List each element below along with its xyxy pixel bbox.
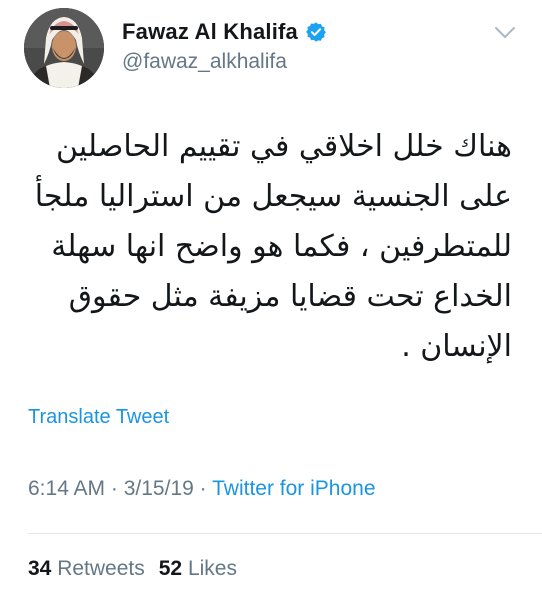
likes-stat[interactable]: 52 Likes [159,557,237,580]
meta-separator: · [105,477,124,500]
tweet-text-line: هناك خلل اخلاقي في تقييم الحاصلين [56,129,512,164]
author-name-row: Fawaz Al Khalifa [122,17,327,47]
author-handle[interactable]: @fawaz_alkhalifa [122,50,287,74]
tweet-meta: 6:14 AM · 3/15/19 · Twitter for iPhone [28,477,376,501]
tweet-text-line: للمتطرفين ، فكما هو واضح انها سهلة [51,229,512,264]
tweet-text-line: الخداع تحت قضايا مزيفة مثل حقوق [68,279,512,314]
tweet-text-line: على الجنسية سيجعل من استراليا ملجأ [34,179,512,214]
translate-tweet-link[interactable]: Translate Tweet [28,406,169,429]
avatar-image [24,8,104,88]
tweet-text-line: الإنسان . [401,329,512,364]
tweet-stats: 34 Retweets 52 Likes [28,557,237,581]
tweet-time: 6:14 AM [28,477,106,500]
retweets-count: 34 [28,557,52,580]
chevron-down-icon[interactable] [494,26,516,40]
tweet-source-link[interactable]: Twitter for iPhone [212,477,375,500]
divider [28,533,542,534]
tweet-date: 3/15/19 [123,477,194,500]
likes-label: Likes [187,557,237,580]
retweets-stat[interactable]: 34 Retweets [28,557,145,580]
avatar[interactable] [24,8,104,88]
meta-separator: · [193,477,213,500]
tweet-text: هناك خلل اخلاقي في تقييم الحاصلين على ال… [12,122,512,372]
retweets-label: Retweets [57,557,145,580]
tweet-card: Fawaz Al Khalifa @fawaz_alkhalifa هناك خ… [0,0,542,600]
verified-badge-icon [305,21,327,43]
author-display-name[interactable]: Fawaz Al Khalifa [122,19,298,45]
likes-count: 52 [158,557,183,580]
